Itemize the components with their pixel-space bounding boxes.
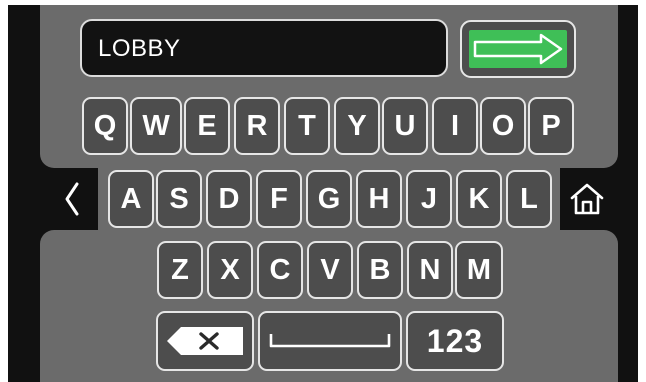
space-key[interactable] [258, 311, 402, 371]
key-label: V [320, 253, 340, 286]
home-button[interactable] [562, 170, 612, 228]
key-a[interactable]: A [108, 170, 154, 228]
key-label: H [368, 182, 390, 215]
key-e[interactable]: E [184, 97, 230, 155]
key-label: A [120, 182, 142, 215]
back-button[interactable] [48, 170, 96, 228]
key-x[interactable]: X [207, 241, 253, 299]
key-label: I [450, 109, 460, 142]
key-c[interactable]: C [257, 241, 303, 299]
key-label: R [246, 109, 268, 142]
text-input-field[interactable]: LOBBY [80, 19, 448, 77]
key-label: W [142, 109, 170, 142]
key-l[interactable]: L [506, 170, 552, 228]
key-label: M [466, 253, 492, 286]
key-label: G [317, 182, 341, 215]
key-y[interactable]: Y [334, 97, 380, 155]
key-g[interactable]: G [306, 170, 352, 228]
key-label: X [220, 253, 240, 286]
key-b[interactable]: B [357, 241, 403, 299]
key-label: U [394, 109, 416, 142]
key-u[interactable]: U [382, 97, 428, 155]
key-label: T [298, 109, 316, 142]
key-label: C [269, 253, 291, 286]
key-label: O [491, 109, 515, 142]
enter-button-face [469, 30, 567, 68]
key-i[interactable]: I [432, 97, 478, 155]
key-w[interactable]: W [130, 97, 182, 155]
key-j[interactable]: J [406, 170, 452, 228]
key-m[interactable]: M [455, 241, 503, 299]
key-n[interactable]: N [407, 241, 453, 299]
text-input-value: LOBBY [98, 35, 181, 62]
key-label: J [420, 182, 438, 215]
key-q[interactable]: Q [82, 97, 128, 155]
key-p[interactable]: P [528, 97, 574, 155]
key-label: D [218, 182, 240, 215]
enter-button[interactable] [460, 20, 576, 78]
key-h[interactable]: H [356, 170, 402, 228]
arrow-right-icon [473, 33, 563, 65]
key-k[interactable]: K [456, 170, 502, 228]
numbers-key[interactable]: 123 [406, 311, 504, 371]
key-s[interactable]: S [156, 170, 202, 228]
backspace-icon [167, 327, 243, 355]
key-label: K [468, 182, 490, 215]
key-label: Y [347, 109, 367, 142]
key-t[interactable]: T [284, 97, 330, 155]
key-label: P [541, 109, 561, 142]
chevron-left-icon [65, 182, 79, 216]
key-d[interactable]: D [206, 170, 252, 228]
space-bar-icon [269, 334, 391, 348]
key-label: B [369, 253, 391, 286]
key-r[interactable]: R [234, 97, 280, 155]
key-label: S [169, 182, 189, 215]
key-label: E [197, 109, 217, 142]
key-label: Q [93, 109, 117, 142]
key-label: N [419, 253, 441, 286]
home-icon [570, 183, 604, 215]
key-o[interactable]: O [480, 97, 526, 155]
key-z[interactable]: Z [157, 241, 203, 299]
key-label: Z [171, 253, 189, 286]
key-label: L [520, 182, 538, 215]
key-label: F [270, 182, 288, 215]
backspace-key[interactable] [156, 311, 254, 371]
key-f[interactable]: F [256, 170, 302, 228]
key-v[interactable]: V [307, 241, 353, 299]
numbers-key-label: 123 [426, 322, 484, 359]
